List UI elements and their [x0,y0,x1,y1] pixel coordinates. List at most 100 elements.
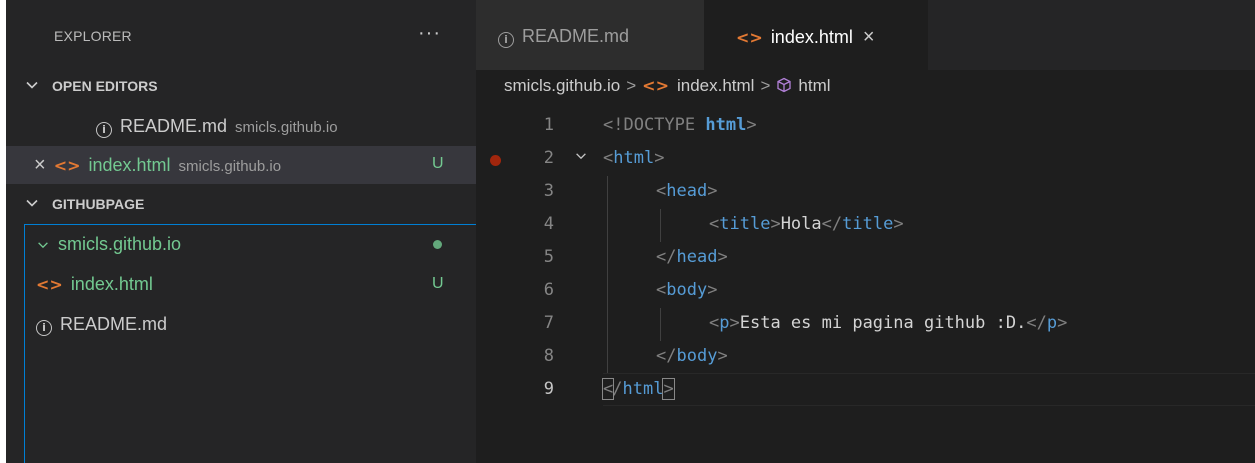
bracket: > [707,181,718,201]
code-line: 8 </body> [476,341,1255,374]
line-number: 1 [543,115,554,135]
bracket: > [717,346,728,366]
code-editor[interactable]: 1 <!DOCTYPE html> 2 <html> 3 <head> 4 <t… [476,110,1255,463]
doctype-keyword: html [705,115,747,135]
file-name: index.html [70,274,153,294]
close-icon[interactable]: × [34,154,46,176]
code-icon: <> [53,156,81,175]
bracket: > [707,280,718,300]
open-editor-folder: smicls.github.io [178,158,282,175]
modified-dot-icon [433,240,442,249]
info-icon: i [96,122,112,138]
tag-name: head [676,247,718,267]
section-open-editors[interactable]: OPEN EDITORS [6,68,476,104]
open-editor-filename: index.html [88,155,171,175]
bracket: </ [821,214,843,234]
chevron-down-icon [38,242,48,249]
info-icon: i [36,320,52,336]
tag-name: p [1046,313,1058,333]
tag-name: body [676,346,718,366]
tag-name: p [719,313,730,333]
tag-name: body [666,280,708,300]
breadcrumb: smicls.github.io > <> index.html > html [504,76,831,96]
tag-name: title [842,214,894,234]
more-actions-icon[interactable]: ··· [418,22,441,45]
fold-chevron-icon[interactable] [574,149,588,163]
text-content: Hola [780,214,822,234]
line-number: 2 [543,148,554,168]
folder-item[interactable]: smicls.github.io [6,226,476,264]
doctype-close: > [746,115,757,135]
text-content: Esta es mi pagina github :D. [739,313,1027,333]
open-editor-filename: README.md [120,116,228,136]
line-number: 8 [543,346,554,366]
code-line: 2 <html> [476,143,1255,176]
matched-bracket: > [662,378,675,400]
section-open-editors-label: OPEN EDITORS [52,78,158,94]
open-editor-folder: smicls.github.io [235,119,338,136]
bracket: < [709,313,720,333]
close-tab-icon[interactable]: × [863,26,875,48]
bracket: > [1057,313,1068,333]
line-number: 6 [543,280,554,300]
file-item-readme[interactable]: i README.md [6,306,476,344]
folder-name: smicls.github.io [58,234,182,254]
line-number: 3 [543,181,554,201]
breakpoint-icon[interactable] [490,155,501,166]
line-number: 9 [543,379,554,399]
code-icon: <> [736,28,763,47]
code-line: 5 </head> [476,242,1255,275]
open-editor-item-readme[interactable]: i README.md smicls.github.io [6,108,476,146]
code-line-current: 9 </html> [476,373,1255,407]
explorer-title: EXPLORER [54,28,132,44]
code-line: 6 <body> [476,275,1255,308]
doctype-open: <!DOCTYPE [603,115,706,135]
tab-readme[interactable]: i README.md [476,0,704,70]
code-icon: <> [36,275,63,294]
file-item-index[interactable]: <> index.html U [6,266,476,304]
tab-label: index.html [770,27,853,47]
code-line: 7 <p>Esta es mi pagina github :D.</p> [476,308,1255,341]
chevron-down-icon [26,81,38,89]
bracket: > [729,313,740,333]
tag-name: html [613,148,655,168]
bracket: < [603,148,614,168]
tab-index-html[interactable]: <> index.html × [704,0,928,70]
breadcrumb-folder[interactable]: smicls.github.io [504,76,620,95]
vscode-window: EXPLORER ··· OPEN EDITORS i README.md smic… [6,0,1255,463]
bracket: </ [656,346,677,366]
untracked-badge: U [432,275,444,292]
bracket: > [893,214,904,234]
line-number: 4 [543,214,554,234]
section-githubpage-label: GITHUBPAGE [52,196,145,212]
explorer-header: EXPLORER ··· [6,0,476,70]
explorer-sidebar: EXPLORER ··· OPEN EDITORS i README.md smic… [6,0,476,463]
code-line: 1 <!DOCTYPE html> [476,110,1255,143]
breadcrumb-file[interactable]: index.html [677,76,754,95]
chevron-down-icon [26,199,38,207]
current-line-highlight [603,373,1255,406]
bracket: </ [1026,313,1047,333]
bracket: < [709,214,720,234]
breadcrumb-separator: > [626,76,637,95]
editor-area: i README.md <> index.html × smicls.github.i… [476,0,1255,463]
section-githubpage[interactable]: GITHUBPAGE [6,186,476,222]
tag-name: head [666,181,708,201]
bracket: > [770,214,781,234]
open-editor-item-index[interactable]: × <> index.html smicls.github.io U [6,146,476,184]
symbol-cube-icon [777,77,792,93]
code-icon: <> [642,76,669,95]
tab-bar: i README.md <> index.html × [476,0,1255,70]
tag-name: html [622,379,664,399]
bracket: > [717,247,728,267]
tab-label: README.md [522,26,630,46]
breadcrumb-separator: > [760,76,771,95]
line-number: 5 [543,247,554,267]
code-line: 4 <title>Hola</title> [476,209,1255,242]
bracket: > [654,148,665,168]
bracket: </ [656,247,677,267]
info-icon: i [498,32,514,48]
breadcrumb-symbol[interactable]: html [798,76,830,95]
bracket: < [656,280,667,300]
file-name: README.md [60,314,168,334]
